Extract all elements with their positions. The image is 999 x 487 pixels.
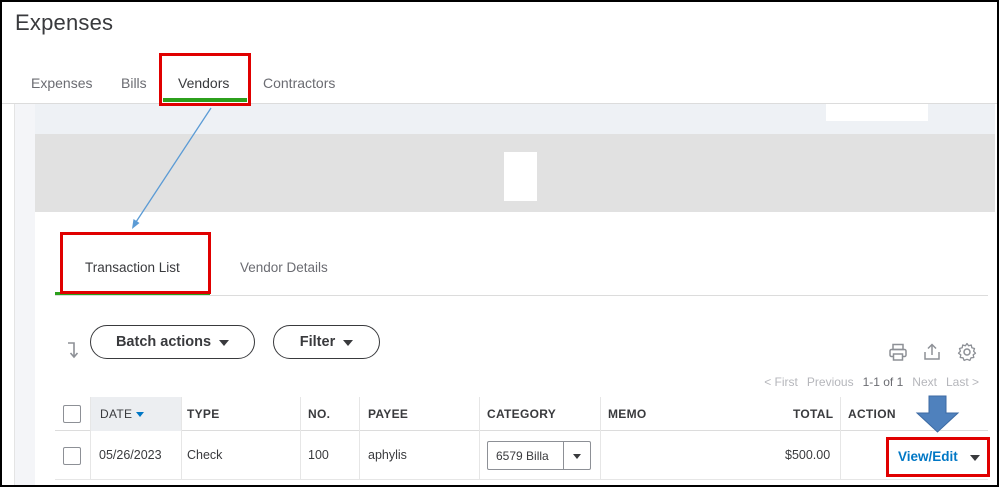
pager-first-link[interactable]: < First (764, 375, 798, 389)
tab-vendors[interactable]: Vendors (178, 75, 229, 91)
cell-date: 05/26/2023 (99, 448, 162, 462)
filter-button[interactable]: Filter (273, 325, 380, 359)
cell-type: Check (187, 448, 223, 462)
chevron-down-icon (343, 340, 354, 346)
pager-range: 1-1 of 1 (862, 375, 904, 389)
cell-payee: aphylis (368, 448, 407, 462)
col-header-memo[interactable]: MEMO (608, 407, 647, 421)
sort-icon[interactable] (66, 340, 80, 360)
col-header-date-label: DATE (100, 407, 133, 421)
pager-previous-link[interactable]: Previous (807, 375, 854, 389)
col-header-no[interactable]: NO. (308, 407, 330, 421)
col-header-total[interactable]: TOTAL (793, 407, 833, 421)
batch-actions-button[interactable]: Batch actions (90, 325, 255, 359)
cell-total: $500.00 (785, 448, 831, 462)
pager-next-link[interactable]: Next (912, 375, 937, 389)
left-gutter (15, 104, 35, 487)
chevron-down-icon (219, 340, 230, 346)
redacted-block-top (826, 104, 928, 121)
tab-vendors-active-indicator (163, 98, 247, 102)
subtab-divider (55, 295, 988, 296)
chevron-down-icon (573, 454, 581, 459)
col-header-date[interactable]: DATE (100, 407, 145, 421)
batch-actions-label: Batch actions (115, 334, 212, 350)
filter-label: Filter (299, 334, 336, 350)
tab-bills[interactable]: Bills (121, 75, 147, 91)
settings-gear-icon[interactable] (957, 342, 977, 362)
top-tab-bar: Expenses Bills Vendors Contractors (0, 70, 999, 104)
action-menu-chevron-icon[interactable] (970, 455, 980, 461)
pager-last-link[interactable]: Last > (946, 375, 979, 389)
page-title: Expenses (15, 10, 114, 35)
pagination: < First Previous 1-1 of 1 Next Last > (764, 375, 979, 389)
table-header: DATE TYPE NO. PAYEE CATEGORY MEMO TOTAL … (55, 397, 988, 480)
col-header-type[interactable]: TYPE (187, 407, 220, 421)
col-header-payee[interactable]: PAYEE (368, 407, 408, 421)
subtab-transaction-list[interactable]: Transaction List (85, 260, 180, 275)
dropdown-divider (563, 442, 564, 469)
redacted-block-vendor (504, 152, 537, 201)
cell-no: 100 (308, 448, 329, 462)
select-all-checkbox[interactable] (63, 405, 81, 423)
row-select-checkbox[interactable] (63, 447, 81, 465)
col-header-category[interactable]: CATEGORY (487, 407, 556, 421)
sort-desc-icon (136, 412, 145, 418)
tab-expenses[interactable]: Expenses (31, 75, 92, 91)
category-dropdown[interactable]: 6579 Billa (487, 441, 591, 470)
print-icon[interactable] (888, 342, 908, 362)
category-dropdown-value: 6579 Billa (496, 449, 549, 463)
subtab-vendor-details[interactable]: Vendor Details (240, 260, 328, 275)
table-row[interactable]: 05/26/2023 Check 100 aphylis 6579 Billa … (55, 432, 988, 480)
export-icon[interactable] (922, 342, 942, 362)
tab-contractors[interactable]: Contractors (263, 75, 335, 91)
view-edit-link[interactable]: View/Edit (898, 449, 958, 464)
col-header-action: ACTION (848, 407, 896, 421)
